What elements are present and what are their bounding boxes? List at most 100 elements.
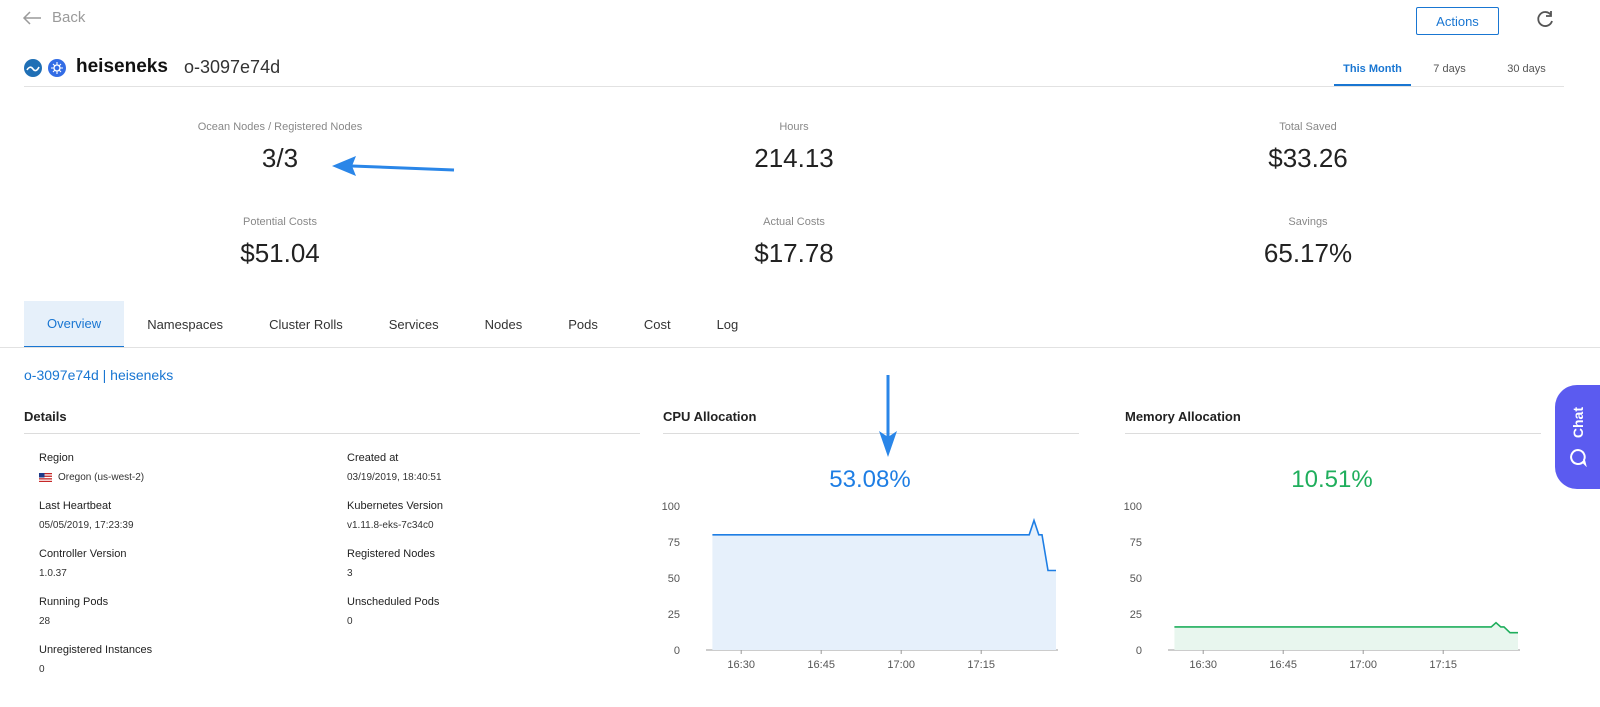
actions-button[interactable]: Actions bbox=[1416, 7, 1499, 35]
range-tab-this-month[interactable]: This Month bbox=[1334, 56, 1411, 86]
stat-label: Savings bbox=[1288, 216, 1328, 228]
detail-label: Last Heartbeat bbox=[39, 500, 112, 512]
y-tick-label: 75 bbox=[1130, 537, 1142, 549]
cluster-id: o-3097e74d bbox=[184, 57, 281, 77]
refresh-icon[interactable] bbox=[1534, 9, 1556, 31]
x-tick-label: 16:30 bbox=[727, 659, 755, 671]
kubernetes-icon bbox=[48, 59, 66, 77]
cpu-divider bbox=[663, 433, 1079, 434]
y-tick-label: 25 bbox=[668, 609, 680, 621]
x-tick-label: 17:00 bbox=[1349, 659, 1377, 671]
y-tick-label: 0 bbox=[674, 645, 680, 657]
stat-value: 214.13 bbox=[754, 143, 834, 173]
x-tick-label: 16:45 bbox=[807, 659, 835, 671]
breadcrumb[interactable]: o-3097e74d | heiseneks bbox=[24, 367, 173, 383]
detail-label: Created at bbox=[347, 452, 399, 464]
x-tick-label: 16:45 bbox=[1269, 659, 1297, 671]
details-divider bbox=[24, 433, 640, 434]
tab-cost[interactable]: Cost bbox=[621, 301, 694, 348]
detail-label: Unscheduled Pods bbox=[347, 596, 440, 608]
detail-value: 05/05/2019, 17:23:39 bbox=[39, 520, 134, 531]
y-tick-label: 100 bbox=[662, 501, 680, 513]
arrow-left-icon bbox=[22, 10, 41, 25]
tab-overview[interactable]: Overview bbox=[24, 301, 125, 348]
chat-label: Chat bbox=[1569, 407, 1586, 439]
stat-potential-costs: Potential Costs $51.04 bbox=[130, 216, 430, 269]
detail-last-heartbeat: Last Heartbeat 05/05/2019, 17:23:39 bbox=[39, 500, 319, 531]
range-tab-7-days[interactable]: 7 days bbox=[1411, 56, 1488, 86]
memory-title: Memory Allocation bbox=[1125, 409, 1241, 424]
detail-region: Region Oregon (us-west-2) bbox=[39, 452, 319, 483]
tab-nodes[interactable]: Nodes bbox=[462, 301, 546, 348]
tab-log[interactable]: Log bbox=[694, 301, 762, 348]
stat-label: Actual Costs bbox=[763, 216, 825, 228]
detail-value: Oregon (us-west-2) bbox=[58, 472, 145, 483]
memory-divider bbox=[1125, 433, 1541, 434]
y-tick-label: 75 bbox=[668, 537, 680, 549]
detail-unregistered-instances: Unregistered Instances 0 bbox=[39, 644, 319, 675]
memory-percent: 10.51% bbox=[1291, 466, 1373, 493]
detail-unscheduled-pods: Unscheduled Pods 0 bbox=[347, 596, 627, 627]
stat-value: $17.78 bbox=[754, 238, 834, 268]
time-range-tabs: This Month 7 days 30 days bbox=[1334, 56, 1565, 86]
detail-registered-nodes: Registered Nodes 3 bbox=[347, 548, 627, 579]
detail-running-pods: Running Pods 28 bbox=[39, 596, 319, 627]
tab-cluster-rolls[interactable]: Cluster Rolls bbox=[246, 301, 366, 348]
cluster-name: heiseneks bbox=[76, 56, 168, 77]
ocean-icon bbox=[24, 59, 42, 77]
back-button[interactable]: Back bbox=[22, 9, 85, 26]
y-tick-label: 50 bbox=[668, 573, 680, 585]
y-tick-label: 100 bbox=[1124, 501, 1142, 513]
tab-services[interactable]: Services bbox=[366, 301, 462, 348]
cpu-percent: 53.08% bbox=[829, 466, 911, 493]
detail-value: 0 bbox=[39, 664, 45, 675]
detail-label: Region bbox=[39, 452, 74, 464]
stat-actual-costs: Actual Costs $17.78 bbox=[644, 216, 944, 269]
detail-value: 0 bbox=[347, 616, 353, 627]
detail-value: 3 bbox=[347, 568, 353, 579]
chat-bubble-icon bbox=[1569, 448, 1587, 467]
detail-value: 1.0.37 bbox=[39, 568, 67, 579]
y-tick-label: 25 bbox=[1130, 609, 1142, 621]
main-tabs: Overview Namespaces Cluster Rolls Servic… bbox=[24, 301, 761, 348]
detail-value: v1.11.8-eks-7c34c0 bbox=[347, 520, 434, 531]
y-tick-label: 0 bbox=[1136, 645, 1142, 657]
tab-namespaces[interactable]: Namespaces bbox=[124, 301, 246, 348]
stat-hours: Hours 214.13 bbox=[644, 121, 944, 174]
detail-created-at: Created at 03/19/2019, 18:40:51 bbox=[347, 452, 627, 483]
detail-controller-version: Controller Version 1.0.37 bbox=[39, 548, 319, 579]
stat-value: $33.26 bbox=[1268, 143, 1348, 173]
x-tick-label: 17:15 bbox=[1429, 659, 1457, 671]
stat-value: 65.17% bbox=[1263, 238, 1353, 268]
detail-label: Running Pods bbox=[39, 596, 109, 608]
stat-label: Total Saved bbox=[1279, 121, 1337, 133]
area-fill bbox=[712, 520, 1056, 650]
detail-label: Unregistered Instances bbox=[39, 644, 153, 656]
stat-value: $51.04 bbox=[240, 238, 320, 268]
stat-savings: Savings 65.17% bbox=[1158, 216, 1458, 269]
cpu-allocation-chart: 0 25 50 75 100 16:30 16:45 17:00 17:15 bbox=[662, 501, 1058, 671]
detail-label: Kubernetes Version bbox=[347, 500, 444, 512]
stat-label: Ocean Nodes / Registered Nodes bbox=[197, 121, 363, 133]
detail-label: Registered Nodes bbox=[347, 548, 436, 560]
y-tick-label: 50 bbox=[1130, 573, 1142, 585]
chat-button[interactable]: Chat bbox=[1555, 385, 1600, 489]
cluster-header: heiseneks o-3097e74d bbox=[24, 56, 1564, 88]
detail-value: 28 bbox=[39, 616, 51, 627]
detail-value-row: Oregon (us-west-2) bbox=[39, 472, 319, 483]
detail-kubernetes-version: Kubernetes Version v1.11.8-eks-7c34c0 bbox=[347, 500, 627, 531]
tab-pods[interactable]: Pods bbox=[545, 301, 621, 348]
header-divider bbox=[24, 86, 1564, 87]
annotation-arrow-left bbox=[332, 156, 455, 176]
details-title: Details bbox=[24, 409, 67, 424]
x-tick-label: 17:00 bbox=[887, 659, 915, 671]
range-tab-30-days[interactable]: 30 days bbox=[1488, 56, 1565, 86]
x-tick-label: 16:30 bbox=[1189, 659, 1217, 671]
top-bar: Back Actions bbox=[0, 0, 1600, 44]
annotation-arrow-down bbox=[879, 375, 897, 457]
stat-total-saved: Total Saved $33.26 bbox=[1158, 121, 1458, 174]
cpu-title: CPU Allocation bbox=[663, 409, 757, 424]
tabs-divider bbox=[0, 347, 1600, 348]
detail-label: Controller Version bbox=[39, 548, 127, 560]
memory-allocation-chart: 0 25 50 75 100 16:30 16:45 17:00 17:15 bbox=[1124, 501, 1520, 671]
